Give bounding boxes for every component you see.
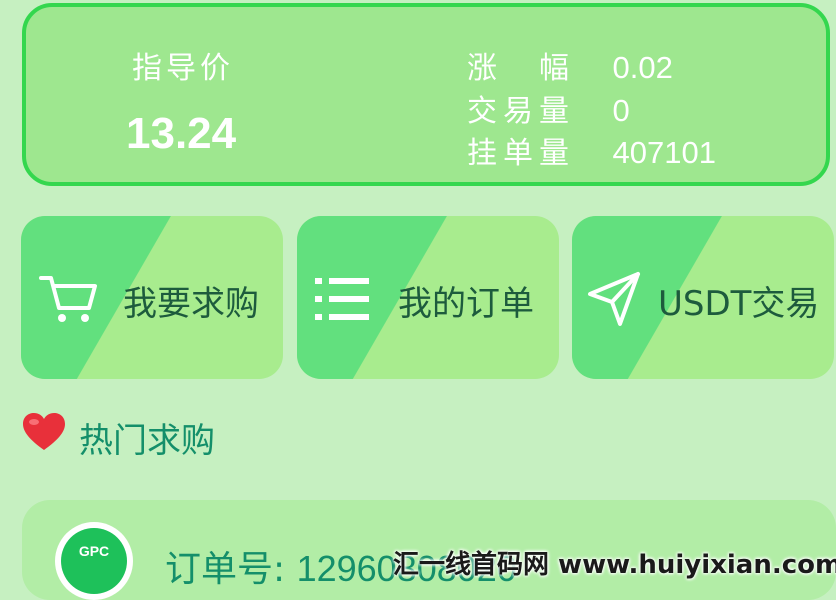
- gpc-logo: GPC: [55, 522, 133, 600]
- watermark: 汇一线首码网 www.huiyixian.com: [393, 550, 836, 580]
- heart-icon: [23, 413, 65, 450]
- send-icon: [588, 272, 640, 326]
- guide-price-value: 13.24: [126, 109, 237, 158]
- stat-volume-value: 0: [612, 93, 630, 128]
- buy-request-label: 我要求购: [123, 284, 259, 324]
- usdt-trade-button[interactable]: USDT交易: [572, 216, 834, 379]
- my-orders-button[interactable]: 我的订单: [297, 216, 559, 379]
- stat-change-label: 涨 幅: [467, 51, 575, 86]
- stat-orders-label: 挂单量: [467, 136, 575, 171]
- price-card: 指导价 13.24 涨 幅 0.02 交易量 0 挂单量 407101: [22, 3, 830, 186]
- stat-orders-value: 407101: [612, 135, 716, 170]
- stat-change: 涨 幅 0.02: [467, 43, 673, 87]
- cart-icon: [39, 276, 97, 322]
- gpc-logo-text: GPC: [78, 543, 110, 559]
- my-orders-label: 我的订单: [398, 284, 534, 324]
- usdt-trade-label: USDT交易: [658, 284, 820, 324]
- buy-request-button[interactable]: 我要求购: [21, 216, 283, 379]
- stat-orders: 挂单量 407101: [467, 128, 716, 172]
- guide-price-label: 指导价: [132, 51, 234, 86]
- stat-volume: 交易量 0: [467, 86, 630, 130]
- hot-requests-title: 热门求购: [79, 421, 215, 461]
- stat-change-value: 0.02: [612, 50, 673, 85]
- list-icon: [315, 278, 369, 320]
- gpc-logo-inner: GPC: [61, 528, 127, 594]
- stat-volume-label: 交易量: [467, 94, 575, 129]
- order-number-label: 订单号:: [165, 549, 286, 590]
